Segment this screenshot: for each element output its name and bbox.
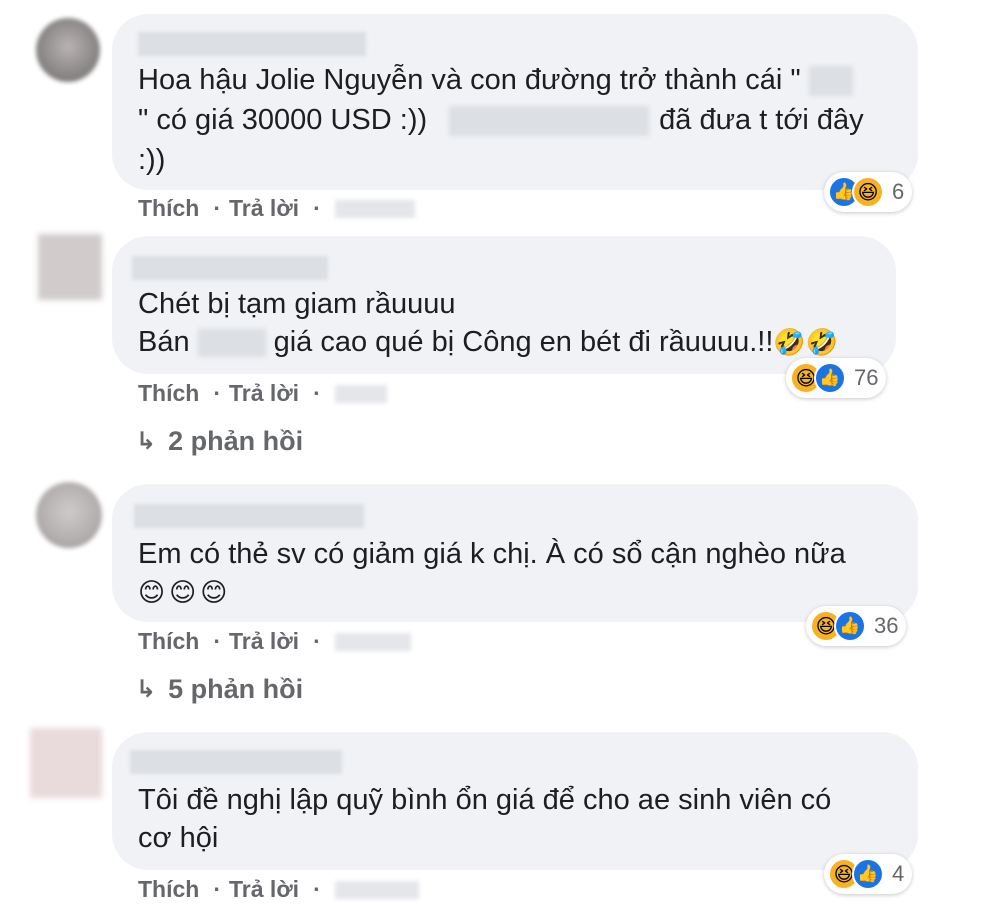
- commenter-name[interactable]: [134, 504, 364, 528]
- commenter-name[interactable]: [138, 32, 366, 56]
- comment-bubble: Tôi đề nghị lập quỹ bình ổn giá để cho a…: [112, 732, 918, 870]
- separator: ·: [313, 380, 321, 406]
- reaction-count: 36: [874, 613, 899, 638]
- replies-label: 2 phản hồi: [168, 426, 304, 456]
- commenter-name[interactable]: [130, 750, 342, 774]
- reaction-count: 6: [892, 179, 905, 204]
- haha-icon: 😆: [852, 176, 884, 208]
- blurred-text: [808, 66, 853, 97]
- laughing-emoji-icon: 🤣🤣: [773, 327, 839, 357]
- blurred-text: [197, 329, 266, 358]
- timestamp[interactable]: [334, 199, 415, 218]
- reaction-summary[interactable]: 😆 👍 76: [786, 358, 887, 398]
- separator: ·: [313, 195, 321, 221]
- separator: ·: [213, 380, 222, 406]
- timestamp[interactable]: [334, 880, 419, 899]
- separator: ·: [213, 876, 222, 902]
- reply-button[interactable]: Trả lời: [229, 380, 299, 407]
- reaction-count: 76: [854, 365, 879, 390]
- like-button[interactable]: Thích: [138, 628, 199, 655]
- comment-bubble: Em có thẻ sv có giảm giá k chị. À có sổ …: [112, 484, 918, 622]
- separator: ·: [313, 628, 321, 654]
- avatar[interactable]: [36, 482, 102, 548]
- replies-label: 5 phản hồi: [168, 674, 304, 704]
- like-button[interactable]: Thích: [138, 380, 199, 407]
- avatar[interactable]: [30, 728, 102, 798]
- comment-text-line: Chét bị tạm giam rầuuuu: [138, 288, 456, 320]
- reply-button[interactable]: Trả lời: [229, 628, 299, 655]
- avatar[interactable]: [38, 234, 102, 300]
- comment-bubble: Chét bị tạm giam rầuuuu Bán giá cao qué b…: [112, 236, 896, 374]
- like-icon: 👍: [852, 858, 884, 890]
- like-icon: 👍: [814, 362, 846, 394]
- comment-text-line: Tôi đề nghị lập quỹ bình ổn giá để cho a…: [138, 784, 832, 816]
- comment-text-line: Hoa hậu Jolie Nguyễn và con đường trở th…: [138, 60, 853, 100]
- smiling-emoji-icon: 😊😊😊: [138, 577, 232, 607]
- separator: ·: [213, 628, 222, 654]
- blurred-text: [449, 106, 650, 137]
- reply-button[interactable]: Trả lời: [229, 876, 299, 903]
- like-button[interactable]: Thích: [138, 195, 199, 222]
- comment-bubble: Hoa hậu Jolie Nguyễn và con đường trở th…: [112, 14, 918, 190]
- reaction-summary[interactable]: 😆 👍 4: [824, 854, 913, 894]
- reaction-summary[interactable]: 👍 😆 6: [824, 172, 913, 212]
- comment-actions: Thích · Trả lời ·: [138, 628, 411, 655]
- reply-arrow-icon: ↳: [136, 676, 157, 703]
- separator: ·: [313, 876, 321, 902]
- comment-text-line: " có giá 30000 USD :)) đã đưa t tới đây: [138, 104, 864, 137]
- avatar[interactable]: [36, 18, 100, 82]
- comment-text-line: :)): [138, 144, 166, 176]
- comment-actions: Thích · Trả lời ·: [138, 876, 419, 903]
- reaction-count: 4: [892, 861, 905, 886]
- comment-text-line: cơ hội: [138, 822, 219, 854]
- view-replies-link[interactable]: ↳ 5 phản hồi: [136, 674, 303, 705]
- view-replies-link[interactable]: ↳ 2 phản hồi: [136, 426, 303, 457]
- comment-text-line: Em có thẻ sv có giảm giá k chị. À có sổ …: [138, 538, 846, 570]
- comment-actions: Thích · Trả lời ·: [138, 195, 415, 222]
- commenter-name[interactable]: [132, 256, 328, 280]
- separator: ·: [213, 195, 222, 221]
- reply-arrow-icon: ↳: [136, 428, 157, 455]
- comment-text-line: Bán giá cao qué bị Công en bét đi rầuuuu.…: [138, 326, 839, 358]
- like-button[interactable]: Thích: [138, 876, 199, 903]
- timestamp[interactable]: [334, 632, 411, 651]
- reaction-summary[interactable]: 😆 👍 36: [806, 606, 907, 646]
- comment-actions: Thích · Trả lời ·: [138, 380, 387, 407]
- reply-button[interactable]: Trả lời: [229, 195, 299, 222]
- like-icon: 👍: [834, 610, 866, 642]
- timestamp[interactable]: [334, 384, 387, 403]
